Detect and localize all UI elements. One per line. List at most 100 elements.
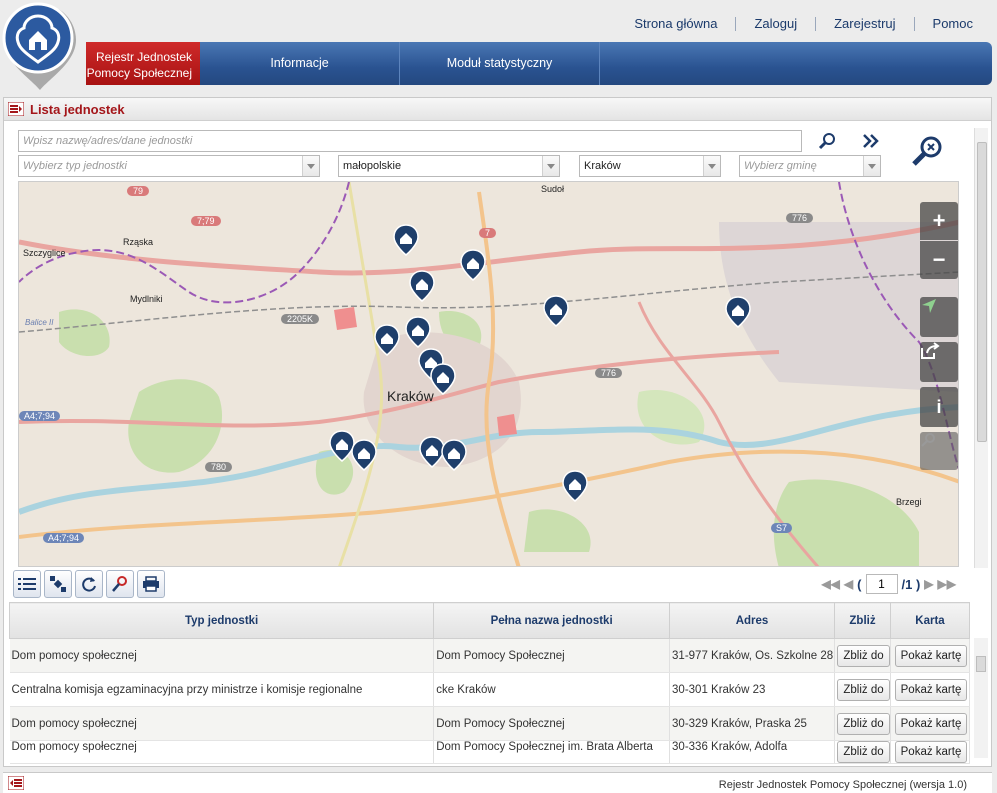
units-panel: Lista jednostek Wpisz nazwę/adres/dane j… xyxy=(3,97,992,767)
unit-marker[interactable] xyxy=(374,324,400,356)
place-label: Mydlniki xyxy=(130,294,163,304)
satellite-button[interactable] xyxy=(44,570,72,598)
info-icon: i xyxy=(936,396,942,417)
unit-marker[interactable] xyxy=(460,249,486,281)
unit-marker[interactable] xyxy=(430,363,456,395)
list-collapse-icon[interactable] xyxy=(8,102,24,116)
nav-item-modul-statystyczny[interactable]: Moduł statystyczny xyxy=(400,42,600,85)
unit-type-select[interactable]: Wybierz typ jednostki xyxy=(18,155,320,177)
show-card-button[interactable]: Pokaż kartę xyxy=(894,741,968,763)
clear-search-icon[interactable] xyxy=(911,134,945,168)
cell-address: 30-336 Kraków, Adolfa xyxy=(669,740,836,764)
panel-scrollbar[interactable] xyxy=(974,128,988,568)
place-label: Balice II xyxy=(25,318,54,327)
cell-name: Dom Pomocy Społecznej xyxy=(433,638,671,673)
voivodeship-select[interactable]: małopolskie xyxy=(338,155,560,177)
chevron-down-icon[interactable] xyxy=(703,156,720,176)
col-header-type[interactable]: Typ jednostki xyxy=(8,602,435,639)
refresh-button[interactable] xyxy=(75,570,103,598)
cell-type: Dom pomocy społecznej xyxy=(9,706,435,741)
share-button[interactable] xyxy=(920,342,958,382)
col-header-address[interactable]: Adres xyxy=(669,602,836,639)
footer-version: Rejestr Jednostek Pomocy Społecznej (wer… xyxy=(718,779,967,791)
locate-button[interactable] xyxy=(920,297,958,337)
unit-marker[interactable] xyxy=(351,439,377,471)
last-page-icon[interactable]: ▶▶ xyxy=(938,577,956,591)
commune-select[interactable]: Wybierz gminę xyxy=(739,155,881,177)
unit-type-value: Wybierz typ jednostki xyxy=(23,160,127,172)
road-shield: 780 xyxy=(205,462,233,472)
zoom-to-button[interactable]: Zbliż do xyxy=(837,644,890,667)
map-view[interactable]: Szczyglice Rząska Mydlniki Sudoł Brzegi … xyxy=(18,181,959,567)
zoom-in-button[interactable]: + xyxy=(920,202,958,240)
search-input[interactable]: Wpisz nazwę/adres/dane jednostki xyxy=(18,130,802,152)
table-row[interactable]: Dom pomocy społecznej Dom Pomocy Społecz… xyxy=(9,740,970,764)
chevron-down-icon[interactable] xyxy=(542,156,559,176)
link-home[interactable]: Strona główna xyxy=(616,17,735,31)
show-card-button[interactable]: Pokaż kartę xyxy=(894,712,968,735)
pager-open-paren: ( xyxy=(857,576,862,592)
col-header-name[interactable]: Pełna nazwa jednostki xyxy=(433,602,671,639)
unit-marker[interactable] xyxy=(562,470,588,502)
link-register[interactable]: Zarejestruj xyxy=(815,17,913,31)
print-button[interactable] xyxy=(137,570,165,598)
road-shield: 79 xyxy=(127,186,150,196)
link-help[interactable]: Pomoc xyxy=(913,17,973,31)
cell-name: cke Kraków xyxy=(433,672,671,707)
page-number-input[interactable] xyxy=(865,574,898,594)
table-row[interactable]: Dom pomocy społecznej Dom Pomocy Społecz… xyxy=(9,638,970,673)
scrollbar-thumb[interactable] xyxy=(977,142,987,442)
city-label: Kraków xyxy=(387,388,434,404)
road-shield: 2205K xyxy=(281,314,320,324)
prev-page-icon[interactable]: ◀ xyxy=(844,577,853,591)
show-card-button[interactable]: Pokaż kartę xyxy=(894,678,968,701)
unit-marker[interactable] xyxy=(725,296,751,328)
advanced-search-icon[interactable] xyxy=(862,133,880,149)
nav-item-informacje[interactable]: Informacje xyxy=(200,42,400,85)
satellite-icon xyxy=(50,576,66,592)
cell-address: 31-977 Kraków, Os. Szkolne 28 xyxy=(669,638,836,673)
unit-marker[interactable] xyxy=(405,316,431,348)
county-select[interactable]: Kraków xyxy=(579,155,721,177)
panel-header: Lista jednostek xyxy=(4,98,991,121)
show-card-button[interactable]: Pokaż kartę xyxy=(894,644,968,667)
toggle-list-button[interactable] xyxy=(13,570,41,598)
road-shield: 776 xyxy=(786,213,814,223)
next-page-icon[interactable]: ▶ xyxy=(924,577,933,591)
panel-expand-icon[interactable] xyxy=(8,776,24,790)
cell-name: Dom Pomocy Społecznej xyxy=(433,706,671,741)
brand-line-1: Rejestr Jednostek xyxy=(95,50,192,64)
pin-search-icon xyxy=(112,576,127,592)
unit-marker[interactable] xyxy=(409,270,435,302)
chevron-down-icon[interactable] xyxy=(863,156,880,176)
zoom-to-button[interactable]: Zbliż do xyxy=(837,741,890,763)
cell-type: Dom pomocy społecznej xyxy=(9,740,435,764)
link-login[interactable]: Zaloguj xyxy=(735,17,815,31)
zoom-to-button[interactable]: Zbliż do xyxy=(837,678,890,701)
table-scrollbar[interactable] xyxy=(974,638,988,758)
road-shield: S7 xyxy=(771,523,793,533)
unit-marker[interactable] xyxy=(441,439,467,471)
footer: Rejestr Jednostek Pomocy Społecznej (wer… xyxy=(3,772,992,793)
col-header-card: Karta xyxy=(890,602,970,639)
pin-search-button[interactable] xyxy=(106,570,134,598)
chevron-down-icon[interactable] xyxy=(302,156,319,176)
info-button[interactable]: i xyxy=(920,387,958,427)
pager: ◀◀ ◀ ( /1 ) ▶ ▶▶ xyxy=(821,574,956,594)
locate-icon xyxy=(922,299,936,313)
scrollbar-thumb[interactable] xyxy=(976,656,986,672)
table-row[interactable]: Dom pomocy społecznej Dom Pomocy Społecz… xyxy=(9,706,970,741)
place-label: Sudoł xyxy=(541,184,565,194)
map-search-button[interactable] xyxy=(920,432,958,470)
zoom-to-button[interactable]: Zbliż do xyxy=(837,712,890,735)
brand-label[interactable]: Rejestr Jednostek Pomocy Społecznej xyxy=(86,42,200,85)
brand-line-2: Pomocy Społecznej xyxy=(86,66,192,80)
unit-marker[interactable] xyxy=(543,295,569,327)
print-icon xyxy=(143,576,159,592)
first-page-icon[interactable]: ◀◀ xyxy=(821,577,839,591)
search-icon[interactable] xyxy=(818,132,836,150)
unit-marker[interactable] xyxy=(393,224,419,256)
list-icon xyxy=(18,578,36,590)
table-row[interactable]: Centralna komisja egzaminacyjna przy min… xyxy=(9,672,970,707)
zoom-out-button[interactable]: − xyxy=(920,241,958,279)
